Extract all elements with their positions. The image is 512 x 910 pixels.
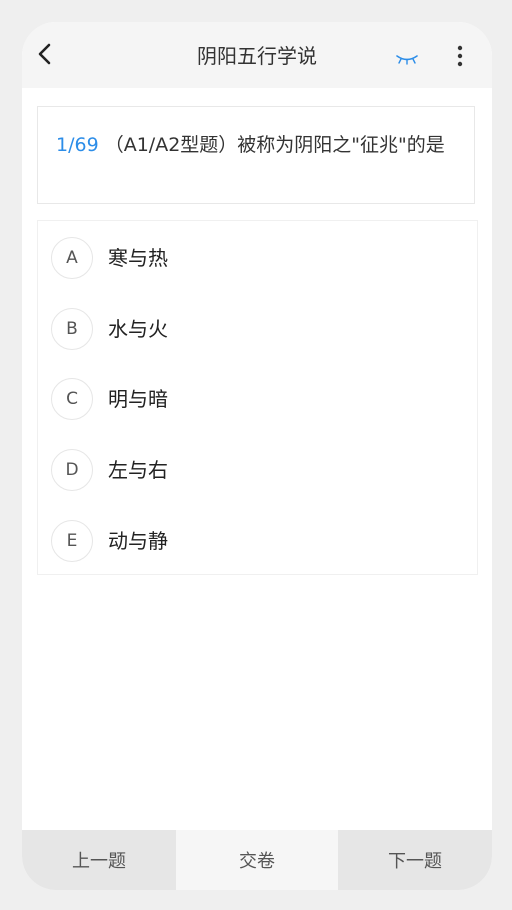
- eye-toggle-button[interactable]: [394, 50, 420, 65]
- option-a[interactable]: A 寒与热: [38, 229, 477, 289]
- page-title: 阴阳五行学说: [197, 44, 317, 68]
- question-number: 1/69: [56, 134, 99, 156]
- more-options-button[interactable]: [450, 45, 470, 67]
- option-letter: E: [51, 520, 93, 562]
- option-d[interactable]: D 左与右: [38, 441, 477, 501]
- option-letter: D: [51, 449, 93, 491]
- question-card: 1/69 （A1/A2型题）被称为阴阳之"征兆"的是: [37, 106, 475, 204]
- previous-question-button[interactable]: 上一题: [22, 830, 176, 890]
- option-text: 左与右: [108, 458, 168, 482]
- top-bar: 阴阳五行学说: [22, 22, 492, 88]
- more-vertical-icon: [457, 45, 463, 67]
- eye-closed-icon: [396, 55, 418, 65]
- option-letter: C: [51, 378, 93, 420]
- option-e[interactable]: E 动与静: [38, 512, 477, 572]
- question-text: （A1/A2型题）被称为阴阳之"征兆"的是: [104, 134, 445, 156]
- app-screen: 阴阳五行学说 1/69 （A1/A2型题）被称为阴阳之"征兆"的是 A 寒与热 …: [22, 22, 492, 890]
- bottom-action-bar: 上一题 交卷 下一题: [22, 830, 492, 890]
- option-text: 水与火: [108, 317, 168, 341]
- option-b[interactable]: B 水与火: [38, 300, 477, 360]
- option-text: 明与暗: [108, 387, 168, 411]
- submit-exam-button[interactable]: 交卷: [176, 830, 338, 890]
- option-c[interactable]: C 明与暗: [38, 370, 477, 430]
- next-question-button[interactable]: 下一题: [338, 830, 492, 890]
- option-letter: B: [51, 308, 93, 350]
- question-text-block: 1/69 （A1/A2型题）被称为阴阳之"征兆"的是: [56, 131, 446, 159]
- options-list: A 寒与热 B 水与火 C 明与暗 D 左与右 E 动与静: [37, 220, 478, 575]
- option-text: 动与静: [108, 529, 168, 553]
- option-text: 寒与热: [108, 246, 168, 270]
- option-letter: A: [51, 237, 93, 279]
